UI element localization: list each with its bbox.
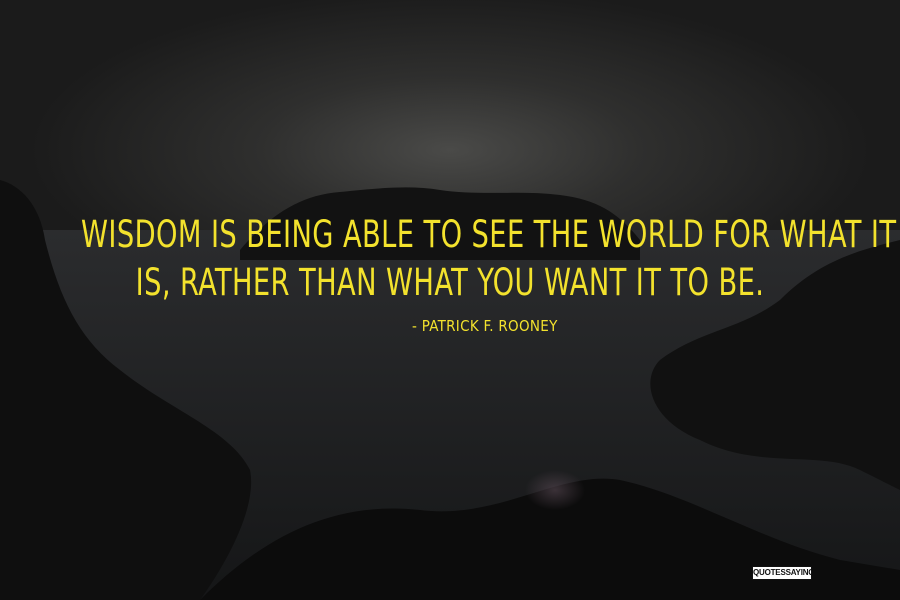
watermark-logo: QUOTESSAYINGS.NET — [752, 566, 812, 580]
quote-author: - Patrick F. Rooney — [412, 317, 558, 335]
quote-text: Wisdom is being able to see the world fo… — [81, 211, 897, 307]
water-reflection — [525, 470, 585, 510]
quote-line-2: is, rather than what you want it to be. — [135, 261, 765, 304]
quote-line-1: Wisdom is being able to see the world fo… — [81, 213, 897, 256]
quote-image: Wisdom is being able to see the world fo… — [0, 0, 900, 600]
